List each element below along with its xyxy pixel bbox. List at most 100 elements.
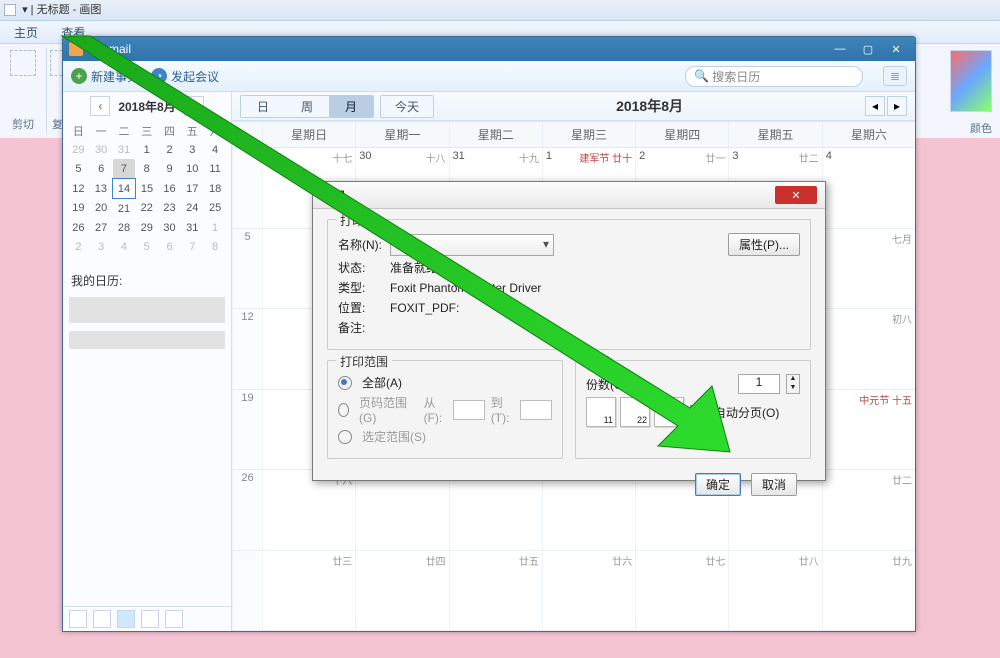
printer-name-combo[interactable] [390,234,554,256]
print-dialog-titlebar[interactable]: 打印 ✕ [313,182,825,209]
mini-cal-day[interactable]: 3 [90,237,113,256]
print-cancel-button[interactable]: 取消 [751,473,797,496]
list-view-button[interactable]: ≣ [883,66,907,86]
mini-cal-day[interactable]: 22 [135,199,158,219]
window-minimize-button[interactable]: — [827,41,853,57]
printer-where-label: 位置: [338,299,384,316]
month-day-cell[interactable]: 廿六 [542,551,635,631]
view-day-button[interactable]: 日 [241,96,285,117]
mini-cal-day[interactable]: 30 [158,218,181,237]
foxmail-sidebar: ‹ 2018年8月 › 日一二三四五六 29303112345678910111… [63,92,232,631]
calendar-tab-icon[interactable] [117,610,135,628]
mini-cal-day[interactable]: 12 [67,179,90,199]
foxmail-titlebar[interactable]: Foxmail — ▢ ✕ [63,37,915,61]
mini-cal-day[interactable]: 29 [67,140,90,159]
month-day-cell[interactable]: 廿五 [449,551,542,631]
mini-cal-day[interactable]: 15 [135,179,158,199]
mini-cal-day[interactable]: 11 [204,159,227,179]
view-month-button[interactable]: 月 [329,96,373,117]
month-day-cell[interactable]: 廿八 [728,551,821,631]
mini-cal-day[interactable]: 17 [181,179,204,199]
mini-cal-day[interactable]: 25 [204,199,227,219]
range-to-input[interactable] [520,400,552,420]
range-from-input[interactable] [453,400,485,420]
range-selection-radio[interactable] [338,430,352,444]
mini-cal-day[interactable]: 1 [204,218,227,237]
month-day-cell[interactable]: 七月 [822,229,915,309]
mini-cal-day[interactable]: 10 [181,159,204,179]
mini-cal-day[interactable]: 8 [204,237,227,256]
month-day-cell[interactable]: 4 [822,148,915,228]
window-maximize-button[interactable]: ▢ [855,41,881,57]
calendar-entry[interactable] [69,297,225,323]
mini-cal-day[interactable]: 31 [181,218,204,237]
note-tab-icon[interactable] [141,610,159,628]
mini-cal-day[interactable]: 2 [158,140,181,159]
mini-cal-day[interactable]: 29 [135,218,158,237]
month-day-cell[interactable]: 廿九 [822,551,915,631]
mini-cal-day[interactable]: 5 [135,237,158,256]
mini-cal-day[interactable]: 6 [90,159,113,179]
mini-cal-day[interactable]: 5 [67,159,90,179]
mini-cal-day[interactable]: 14 [113,179,136,199]
collate-preview: 112233 [586,397,684,427]
mini-cal-day[interactable]: 19 [67,199,90,219]
rss-tab-icon[interactable] [165,610,183,628]
month-day-cell[interactable]: 廿四 [355,551,448,631]
range-all-radio[interactable] [338,376,352,390]
mini-cal-day[interactable]: 18 [204,179,227,199]
mini-cal-day[interactable]: 7 [113,159,136,179]
mini-cal-day[interactable]: 30 [90,140,113,159]
cut-icon[interactable] [10,50,36,76]
month-day-cell[interactable]: 中元节 十五 [822,390,915,470]
mini-cal-prev-button[interactable]: ‹ [90,96,110,116]
new-event-button[interactable]: + 新建事务 [71,68,139,85]
print-close-button[interactable]: ✕ [775,186,817,204]
mini-cal-day[interactable]: 28 [113,218,136,237]
mini-calendar[interactable]: 日一二三四五六 29303112345678910111213141516171… [63,120,231,258]
calendar-search-input[interactable]: 🔍 搜索日历 [685,66,863,87]
window-close-button[interactable]: ✕ [883,41,909,57]
paint-tab-home[interactable]: 主页 [4,21,48,44]
mini-cal-day[interactable]: 31 [113,140,136,159]
calendar-prev-button[interactable]: ◂ [865,96,885,116]
mini-cal-day[interactable]: 3 [181,140,204,159]
weekday-header: 星期一 [355,122,448,147]
view-week-button[interactable]: 周 [285,96,329,117]
mini-cal-day[interactable]: 20 [90,199,113,219]
ribbon-colors[interactable] [950,50,992,112]
mini-cal-day[interactable]: 21 [113,199,136,219]
weekday-header: 星期三 [542,122,635,147]
mini-cal-day[interactable]: 26 [67,218,90,237]
mini-cal-day[interactable]: 7 [181,237,204,256]
mini-cal-day[interactable]: 6 [158,237,181,256]
month-day-cell[interactable]: 廿二 [822,470,915,550]
mini-cal-day[interactable]: 8 [135,159,158,179]
calendar-entry[interactable] [69,331,225,349]
collate-checkbox[interactable] [690,405,704,419]
mini-cal-day[interactable]: 13 [90,179,113,199]
mini-cal-day[interactable]: 27 [90,218,113,237]
calendar-next-button[interactable]: ▸ [887,96,907,116]
copies-spinner[interactable]: ▲▼ [786,374,800,394]
range-pages-radio[interactable] [338,403,349,417]
mini-cal-day[interactable]: 16 [158,179,181,199]
printer-properties-button[interactable]: 属性(P)... [728,233,800,256]
mail-tab-icon[interactable] [69,610,87,628]
copies-input[interactable]: 1 [738,374,780,394]
contact-tab-icon[interactable] [93,610,111,628]
month-day-cell[interactable]: 廿三 [262,551,355,631]
today-button[interactable]: 今天 [380,95,434,118]
mini-cal-day[interactable]: 23 [158,199,181,219]
mini-cal-day[interactable]: 4 [204,140,227,159]
print-ok-button[interactable]: 确定 [695,473,741,496]
mini-cal-day[interactable]: 9 [158,159,181,179]
mini-cal-day[interactable]: 1 [135,140,158,159]
mini-cal-next-button[interactable]: › [184,96,204,116]
month-day-cell[interactable]: 初八 [822,309,915,389]
mini-cal-day[interactable]: 2 [67,237,90,256]
mini-cal-day[interactable]: 4 [113,237,136,256]
start-meeting-button[interactable]: ◔ 发起会议 [151,68,219,85]
mini-cal-day[interactable]: 24 [181,199,204,219]
month-day-cell[interactable]: 廿七 [635,551,728,631]
